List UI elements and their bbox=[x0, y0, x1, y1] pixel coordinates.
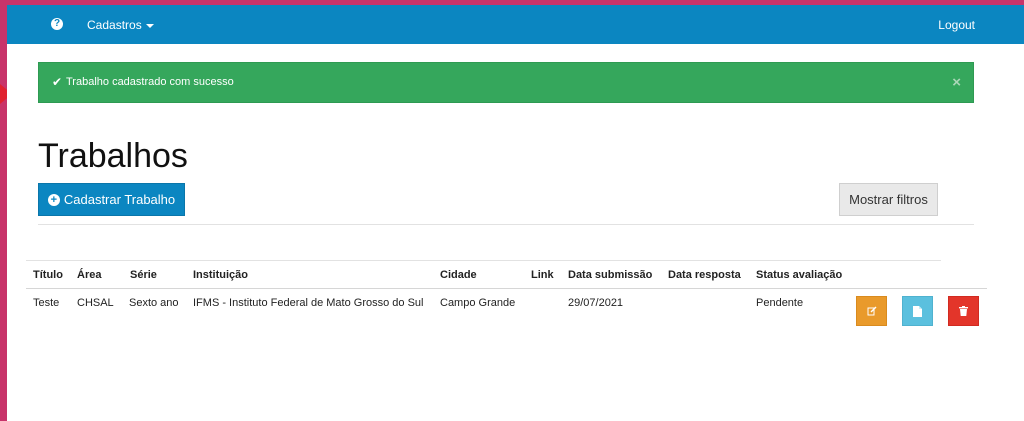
divider bbox=[38, 224, 974, 225]
page-title: Trabalhos bbox=[38, 137, 188, 175]
cell-instituicao: IFMS - Instituto Federal de Mato Grosso … bbox=[193, 297, 424, 309]
logout-link[interactable]: Logout bbox=[938, 18, 975, 32]
caret-down-icon bbox=[145, 23, 154, 28]
header-cidade: Cidade bbox=[440, 269, 477, 281]
header-data-resposta: Data resposta bbox=[668, 269, 741, 281]
header-titulo: Título bbox=[33, 269, 63, 281]
navbar: ? Cadastros Logout bbox=[7, 5, 1024, 44]
edit-icon bbox=[867, 306, 876, 316]
check-icon: ✔ bbox=[52, 75, 63, 89]
header-area: Área bbox=[77, 269, 102, 281]
table-top-border bbox=[26, 260, 941, 261]
add-trabalho-button[interactable]: + Cadastrar Trabalho bbox=[38, 183, 185, 216]
cell-status: Pendente bbox=[756, 297, 804, 309]
show-filters-button[interactable]: Mostrar filtros bbox=[839, 183, 938, 216]
edit-button[interactable] bbox=[856, 296, 887, 326]
success-alert: ✔ Trabalho cadastrado com sucesso × bbox=[38, 62, 974, 103]
close-icon[interactable]: × bbox=[952, 74, 961, 91]
header-serie: Série bbox=[130, 269, 157, 281]
file-icon bbox=[913, 305, 922, 317]
cadastros-menu-label: Cadastros bbox=[87, 18, 142, 32]
cell-area: CHSAL bbox=[77, 297, 114, 309]
question-circle-icon[interactable]: ? bbox=[51, 18, 63, 30]
cell-cidade: Campo Grande bbox=[440, 297, 516, 309]
add-trabalho-label: Cadastrar Trabalho bbox=[63, 192, 176, 207]
header-status: Status avaliação bbox=[756, 269, 843, 281]
alert-message: Trabalho cadastrado com sucesso bbox=[66, 76, 234, 88]
cadastros-menu[interactable]: Cadastros bbox=[87, 18, 154, 32]
page-frame: ? Cadastros Logout ✔ Trabalho cadastrado… bbox=[7, 5, 1024, 421]
trash-icon bbox=[959, 306, 968, 316]
delete-button[interactable] bbox=[948, 296, 979, 326]
cell-serie: Sexto ano bbox=[129, 297, 179, 309]
header-link: Link bbox=[531, 269, 554, 281]
cell-data-submissao: 29/07/2021 bbox=[568, 297, 624, 309]
header-instituicao: Instituição bbox=[193, 269, 249, 281]
cell-titulo: Teste bbox=[33, 297, 60, 309]
plus-circle-icon: + bbox=[47, 193, 60, 206]
view-button[interactable] bbox=[902, 296, 933, 326]
header-data-submissao: Data submissão bbox=[568, 269, 653, 281]
table-header-border bbox=[26, 288, 987, 289]
